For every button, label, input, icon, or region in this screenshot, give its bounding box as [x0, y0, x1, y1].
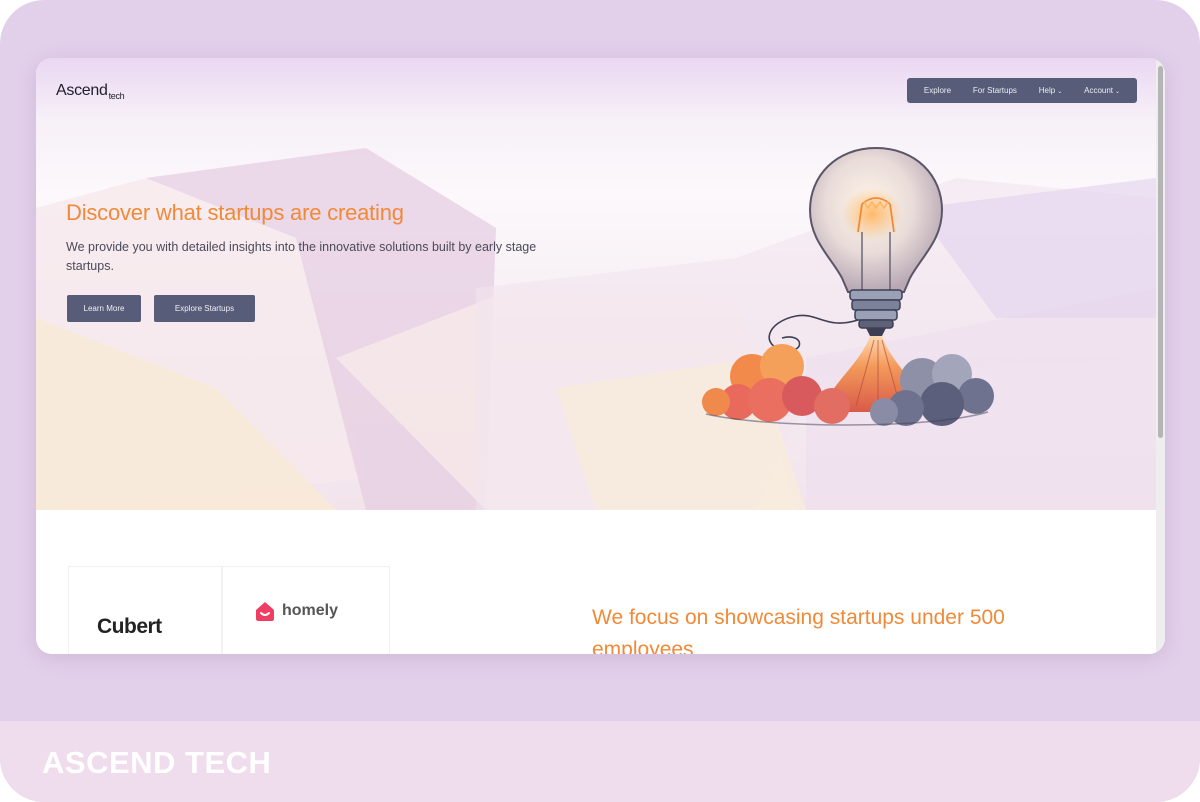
scrollbar-thumb[interactable]: [1158, 66, 1163, 438]
chevron-down-icon: ⌄: [1057, 89, 1063, 95]
explore-startups-button[interactable]: Explore Startups: [154, 295, 255, 322]
showcase-section: Cubert homely We focus on showcasing sta…: [36, 510, 1156, 654]
startup-logo-card[interactable]: Cubert: [68, 566, 222, 654]
house-icon: [256, 602, 274, 621]
nav-account[interactable]: Account ⌄: [1084, 86, 1120, 95]
chevron-down-icon: ⌄: [1115, 89, 1121, 95]
footer-band: ASCEND TECH: [0, 721, 1200, 802]
homely-name: homely: [282, 602, 339, 619]
hero-headline: Discover what startups are creating: [66, 200, 404, 225]
footer-title: ASCEND TECH: [42, 745, 272, 780]
nav-for-startups[interactable]: For Startups: [973, 86, 1017, 95]
learn-more-button[interactable]: Learn More: [67, 295, 141, 322]
homely-logo: homely: [253, 599, 338, 623]
top-nav: Explore For Startups Help ⌄ Account ⌄: [907, 78, 1137, 103]
lightbulb-rocket-icon: [702, 146, 994, 426]
focus-heading: We focus on showcasing startups under 50…: [592, 606, 1005, 654]
startup-logo-card[interactable]: homely: [222, 566, 390, 654]
brand-logo[interactable]: Ascendtech: [56, 82, 125, 101]
nav-account-label: Account: [1084, 86, 1114, 95]
showcase-card: Ascendtech Explore For Startups Help ⌄ Ac…: [0, 0, 1200, 802]
hero-section: Ascendtech Explore For Startups Help ⌄ Ac…: [36, 58, 1156, 510]
brand-suffix: tech: [108, 91, 125, 101]
scrollbar[interactable]: [1156, 58, 1165, 654]
nav-help-label: Help: [1038, 86, 1056, 95]
nav-help[interactable]: Help ⌄: [1039, 86, 1062, 95]
hero-subtext: We provide you with detailed insights in…: [66, 240, 537, 273]
cubert-logo: Cubert: [97, 615, 162, 638]
nav-explore[interactable]: Explore: [924, 86, 951, 95]
brand-name: Ascend: [56, 82, 108, 99]
browser-frame: Ascendtech Explore For Startups Help ⌄ Ac…: [36, 58, 1165, 654]
